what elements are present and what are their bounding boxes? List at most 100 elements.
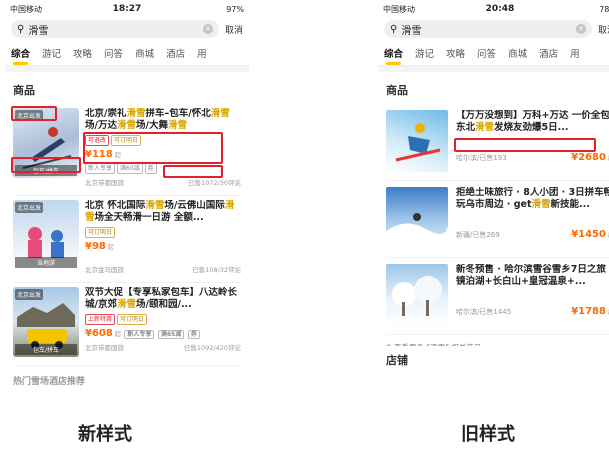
cancel-button[interactable]: 取消 [225,23,243,36]
chip: 券 [187,330,200,339]
seller-name: 哈尔滨/已售1445 [456,307,512,316]
old-style-screenshot: 中国移动 20:48 78% ⚲ 滑雪 ✕ 取消 综合 游记 攻略 问答 商城 … [378,0,609,386]
highlight-box [163,165,223,178]
tab-qa[interactable]: 问答 [104,46,123,60]
old-style-caption: 旧样式 [461,424,515,445]
highlight-box [83,132,223,164]
search-row: ⚲ 滑雪 ✕ 取消 [5,18,249,40]
tab-all[interactable]: 综合 [384,46,403,65]
product-info: 北京 怀北国际滑雪场/云佛山国际滑雪场全天畅滑一日游 全额... 可订明日 ¥9… [85,200,241,274]
search-value: 滑雪 [401,25,422,37]
chip: 券 [144,163,157,174]
seller-name: 哈尔滨/已售193 [456,153,507,162]
highlight-box [11,106,57,121]
tab-users[interactable]: 用 [197,46,207,60]
section-title: 商品 [13,84,35,97]
product-meta: 哈尔滨/已售1445 ¥1788起 [456,306,609,317]
chip: 上新特惠 [85,314,116,325]
tab-mall[interactable]: 商城 [508,46,527,60]
search-input[interactable]: ⚲ 滑雪 ✕ [11,20,219,38]
product-thumbnail [386,187,448,249]
seller-name: 北京金马国旅 [85,266,124,274]
shops-section: 店铺 [378,346,609,386]
search-value: 滑雪 [28,25,49,37]
sales-count: 已售108/32评论 [192,266,241,274]
product-type-tag: 包车/拼车 [15,344,77,355]
products-section: 商品 【万万没想到】万科+万达 一价全包东北滑雪发烧友劲爆5日... 哈尔滨/已… [378,72,609,360]
snow-trees-image [392,276,442,316]
product-item[interactable]: 北京出发 包车/拼车 北京/崇礼滑雪拼车–包车/怀北滑雪场/万达滑雪场/大舞滑雪… [11,104,241,196]
product-meta: 哈尔滨/已售193 ¥2680起 [456,152,609,163]
product-chips: 上新特惠 可订明日 [85,314,241,325]
product-meta: 北京带都国旅 已售1092/420评论 [85,342,241,352]
search-row: ⚲ 滑雪 ✕ 取消 [378,18,609,40]
snowboarder-image [395,123,441,162]
product-title: 北京 怀北国际滑雪场/云佛山国际滑雪场全天畅滑一日游 全额... [85,200,235,223]
tab-qa[interactable]: 问答 [477,46,496,60]
product-item[interactable]: 北京出发 当地游 北京 怀北国际滑雪场/云佛山国际滑雪场全天畅滑一日游 全额..… [13,196,241,283]
highlight-box [11,157,81,173]
product-item[interactable]: 【万万没想到】万科+万达 一价全包东北滑雪发烧友劲爆5日... 哈尔滨/已售19… [386,104,609,181]
clock-label: 20:48 [485,4,515,14]
product-info: 双节大促【专享私家包车】八达岭长城/京郊滑雪场/颐和园/... 上新特惠 可订明… [85,287,241,357]
product-thumbnail: 北京出发 当地游 [13,200,79,270]
product-meta: 北京金马国旅 已售108/32评论 [85,264,241,274]
new-style-screenshot: 中国移动 18:27 97% ⚲ 滑雪 ✕ 取消 综合 游记 攻略 问答 商城 … [5,0,249,386]
product-item[interactable]: 新冬预售 · 哈尔滨雪谷雪乡7日之旅 镜泊湖+长白山+皇冠温泉+... 哈尔滨/… [386,258,609,335]
product-thumbnail [386,264,448,326]
seller-name: 新疆/已售269 [456,230,500,239]
chip: 可订明日 [117,314,148,325]
product-price: ¥98 起 [85,241,114,252]
clear-icon[interactable]: ✕ [202,24,213,34]
product-title: 北京/崇礼滑雪拼车–包车/怀北滑雪场/万达滑雪场/大舞滑雪 [85,108,230,131]
section-title: 店铺 [386,354,408,367]
product-item[interactable]: 拒绝土味旅行 · 8人小团 · 3日拼车畅玩乌市周边 · get滑雪新技能...… [386,181,609,258]
clear-icon[interactable]: ✕ [575,24,586,34]
product-thumbnail: 北京出发 包车/拼车 [13,287,79,357]
tab-bar: 综合 游记 攻略 问答 商城 酒店 用 [378,40,609,66]
tab-guides[interactable]: 攻略 [73,46,92,60]
departure-tag: 北京出发 [15,289,44,300]
product-price: ¥2680起 [571,152,609,163]
sales-count: 已售1092/420评论 [183,344,241,352]
tab-bar: 综合 游记 攻略 问答 商城 酒店 用 [5,40,249,66]
search-icon: ⚲ [17,23,25,35]
chip: 满65减 [157,330,185,339]
tab-mall[interactable]: 商城 [135,46,154,60]
clock-label: 18:27 [112,4,142,14]
seller-name: 北京带都国旅 [85,344,124,352]
product-title: 新冬预售 · 哈尔滨雪谷雪乡7日之旅 镜泊湖+长白山+皇冠温泉+... [456,264,606,287]
product-thumbnail [386,110,448,172]
product-item[interactable]: 北京出发 包车/拼车 双节大促【专享私家包车】八达岭长城/京郊滑雪场/颐和园/.… [13,283,241,366]
product-price: ¥608 起 新人专享 满65减 券 [85,328,241,339]
cancel-button[interactable]: 取消 [598,23,609,36]
tab-hotel[interactable]: 酒店 [166,46,185,60]
product-title: 拒绝土味旅行 · 8人小团 · 3日拼车畅玩乌市周边 · get滑雪新技能... [456,187,609,210]
search-icon: ⚲ [390,23,398,35]
new-style-caption: 新样式 [78,424,132,445]
tab-travel-notes[interactable]: 游记 [42,46,61,60]
tab-all[interactable]: 综合 [11,46,30,65]
status-bar: 中国移动 20:48 78% [378,0,609,18]
product-info: 新冬预售 · 哈尔滨雪谷雪乡7日之旅 镜泊湖+长白山+皇冠温泉+... 哈尔滨/… [456,264,609,326]
seller-name: 北京带都国旅 [85,179,124,187]
product-meta: 北京带都国旅 已售1072/30评论 [85,177,241,187]
tab-guides[interactable]: 攻略 [446,46,465,60]
products-section: 商品 北京出发 包车/拼车 北京/崇礼滑雪拼车–包车/怀北滑雪场/万达滑雪场/大… [5,72,249,386]
tab-users[interactable]: 用 [570,46,580,60]
sales-count: 已售1072/30评论 [187,179,241,187]
product-meta: 新疆/已售269 ¥1450起 [456,229,609,240]
status-bar: 中国移动 18:27 97% [5,0,249,18]
chip: 满60减 [117,163,143,174]
tab-travel-notes[interactable]: 游记 [415,46,434,60]
chip: 新人专享 [85,163,116,174]
product-price: ¥1450起 [571,229,609,240]
product-chips: 可订明日 [85,227,241,238]
chip: 可订明日 [85,227,116,238]
tab-hotel[interactable]: 酒店 [539,46,558,60]
search-input[interactable]: ⚲ 滑雪 ✕ [384,20,592,38]
chip: 新人专享 [124,330,155,339]
highlight-box [454,138,596,152]
product-price: ¥1788起 [571,306,609,317]
product-title: 双节大促【专享私家包车】八达岭长城/京郊滑雪场/颐和园/... [85,287,238,310]
